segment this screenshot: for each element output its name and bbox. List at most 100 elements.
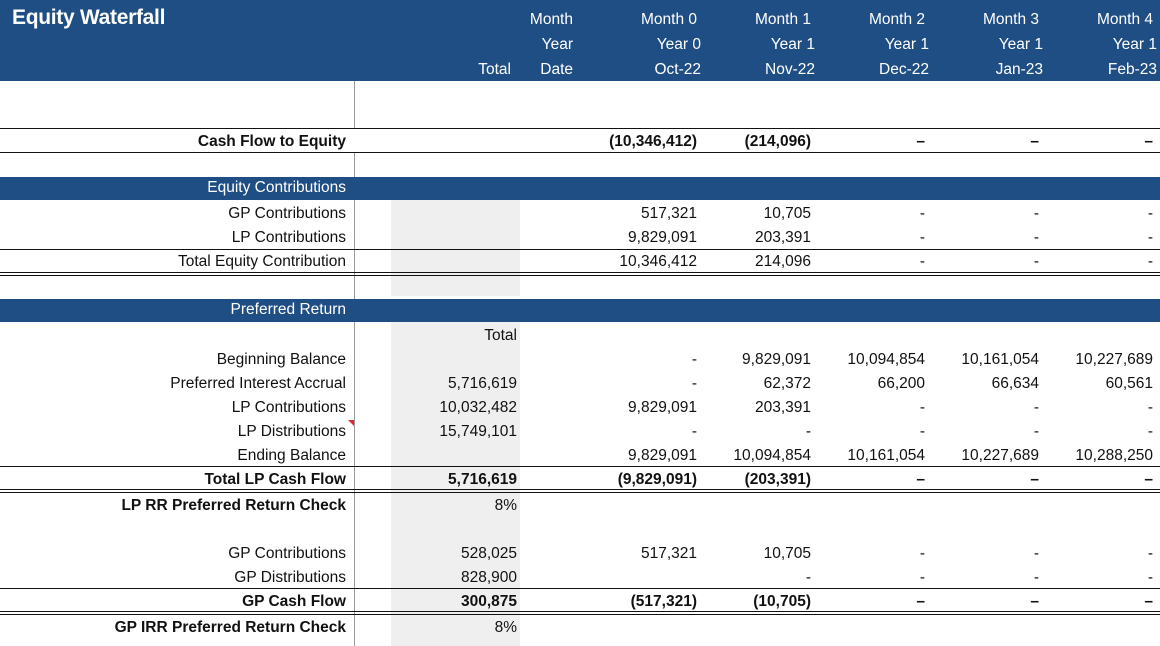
beginning-balance-row[interactable]: Beginning Balance - 9,829,091 10,094,854…: [0, 348, 1160, 372]
gp-contributions-row[interactable]: GP Contributions 517,321 10,705 - - -: [0, 202, 1160, 226]
cell-month4: –: [1144, 133, 1153, 150]
cell-month3: 10,227,689: [961, 447, 1039, 464]
cell-month3: -: [1033, 205, 1039, 222]
gp-distributions-row[interactable]: GP Distributions 828,900 - - - -: [0, 566, 1160, 590]
header-month-label: Month: [529, 11, 573, 28]
cell-month1: (10,705): [753, 593, 811, 610]
cell-month4: 60,561: [1105, 375, 1153, 392]
cell-total: 528,025: [460, 545, 517, 562]
cell-month0: (10,346,412): [609, 133, 697, 150]
cell-month2: 10,161,054: [847, 447, 925, 464]
cell-month0: (9,829,091): [617, 471, 697, 488]
header-date4: Feb-23: [1107, 61, 1157, 78]
cell-month4: 10,227,689: [1075, 351, 1153, 368]
gp-irr-check-row[interactable]: GP IRR Preferred Return Check 8%: [0, 616, 1160, 640]
cell-month0: 517,321: [640, 545, 697, 562]
header-month1: Month 1: [754, 11, 811, 28]
header-month0: Month 0: [640, 11, 697, 28]
cell-month2: -: [919, 545, 925, 562]
cell-month0: 9,829,091: [628, 447, 697, 464]
header-year1: Year 1: [770, 36, 815, 53]
cell-month3: -: [1033, 399, 1039, 416]
row-label: GP Cash Flow: [242, 593, 346, 610]
cell-month4: -: [1147, 229, 1153, 246]
row-label: Beginning Balance: [216, 351, 346, 368]
header-date3: Jan-23: [995, 61, 1043, 78]
cell-month2: -: [919, 205, 925, 222]
ending-balance-row[interactable]: Ending Balance 9,829,091 10,094,854 10,1…: [0, 444, 1160, 468]
cell-total: 15,749,101: [439, 423, 517, 440]
cell-month1: 10,705: [763, 205, 811, 222]
cell-month4: -: [1147, 205, 1153, 222]
section-title: Equity Contributions: [207, 179, 346, 196]
header-year-label: Year: [541, 36, 573, 53]
preferred-return-total-header: Total: [0, 324, 1160, 348]
cell-month1: 62,372: [763, 375, 811, 392]
cell-month1: (203,391): [744, 471, 811, 488]
cell-month3: -: [1033, 569, 1039, 586]
cell-total: 8%: [494, 619, 517, 636]
cell-month3: -: [1033, 229, 1039, 246]
lp-contributions-pref-row[interactable]: LP Contributions 10,032,482 9,829,091 20…: [0, 396, 1160, 420]
header-date1: Nov-22: [765, 61, 815, 78]
cell-month4: -: [1147, 253, 1153, 270]
cell-month1: 203,391: [754, 229, 811, 246]
cell-month2: –: [916, 133, 925, 150]
cell-month2: -: [919, 229, 925, 246]
row-label: Total Equity Contribution: [177, 253, 346, 270]
cell-month0: 10,346,412: [619, 253, 697, 270]
row-label: Preferred Interest Accrual: [170, 375, 346, 392]
cell-month4: -: [1147, 545, 1153, 562]
cell-total: 8%: [494, 497, 517, 514]
row-label: GP Contributions: [228, 545, 346, 562]
header-month4: Month 4: [1096, 11, 1153, 28]
cell-total: 5,716,619: [448, 471, 517, 488]
cell-month3: 66,634: [991, 375, 1039, 392]
header-date-label: Date: [540, 61, 573, 78]
sheet-title: Equity Waterfall: [12, 6, 166, 29]
preferred-interest-accrual-row[interactable]: Preferred Interest Accrual 5,716,619 - 6…: [0, 372, 1160, 396]
cell-month0: 9,829,091: [628, 229, 697, 246]
row-border: [0, 152, 1160, 153]
gp-contributions-pref-row[interactable]: GP Contributions 528,025 517,321 10,705 …: [0, 542, 1160, 566]
row-label: Ending Balance: [237, 447, 346, 464]
cell-month1: 10,705: [763, 545, 811, 562]
header-year2: Year 1: [884, 36, 929, 53]
row-label: Total LP Cash Flow: [204, 471, 346, 488]
cell-month2: 66,200: [877, 375, 925, 392]
cash-flow-to-equity-row[interactable]: Cash Flow to Equity (10,346,412) (214,09…: [0, 130, 1160, 154]
row-border: [0, 588, 1160, 589]
cell-month3: -: [1033, 545, 1039, 562]
cell-month2: –: [916, 593, 925, 610]
lp-distributions-row[interactable]: LP Distributions 15,749,101 - - - - -: [0, 420, 1160, 444]
cell-total: 10,032,482: [439, 399, 517, 416]
cell-month1: 10,094,854: [733, 447, 811, 464]
header-date0: Oct-22: [654, 61, 701, 78]
sheet-header: Equity Waterfall Total Month Year Date M…: [0, 0, 1160, 81]
header-year4: Year 1: [1112, 36, 1157, 53]
header-month2: Month 2: [868, 11, 925, 28]
cell-month2: 10,094,854: [847, 351, 925, 368]
cell-month3: -: [1033, 253, 1039, 270]
row-border: [0, 466, 1160, 467]
row-label: GP Contributions: [228, 205, 346, 222]
row-border: [0, 128, 1160, 129]
lp-rr-check-row[interactable]: LP RR Preferred Return Check 8%: [0, 494, 1160, 518]
row-label: Cash Flow to Equity: [197, 133, 346, 150]
total-equity-contribution-row[interactable]: Total Equity Contribution 10,346,412 214…: [0, 250, 1160, 274]
cell-month1: 9,829,091: [742, 351, 811, 368]
double-border: [0, 489, 1160, 493]
row-label: LP Contributions: [231, 229, 346, 246]
cell-total: 300,875: [460, 593, 517, 610]
double-border: [0, 272, 1160, 276]
cell-month3: –: [1030, 471, 1039, 488]
cell-month4: –: [1144, 593, 1153, 610]
lp-contributions-row[interactable]: LP Contributions 9,829,091 203,391 - - -: [0, 226, 1160, 250]
header-year3: Year 1: [998, 36, 1043, 53]
cell-month4: -: [1147, 423, 1153, 440]
cell-month0: 9,829,091: [628, 399, 697, 416]
cell-month1: 203,391: [754, 399, 811, 416]
row-label: GP Distributions: [234, 569, 346, 586]
double-border: [0, 611, 1160, 615]
equity-contributions-band: Equity Contributions: [0, 177, 1160, 200]
